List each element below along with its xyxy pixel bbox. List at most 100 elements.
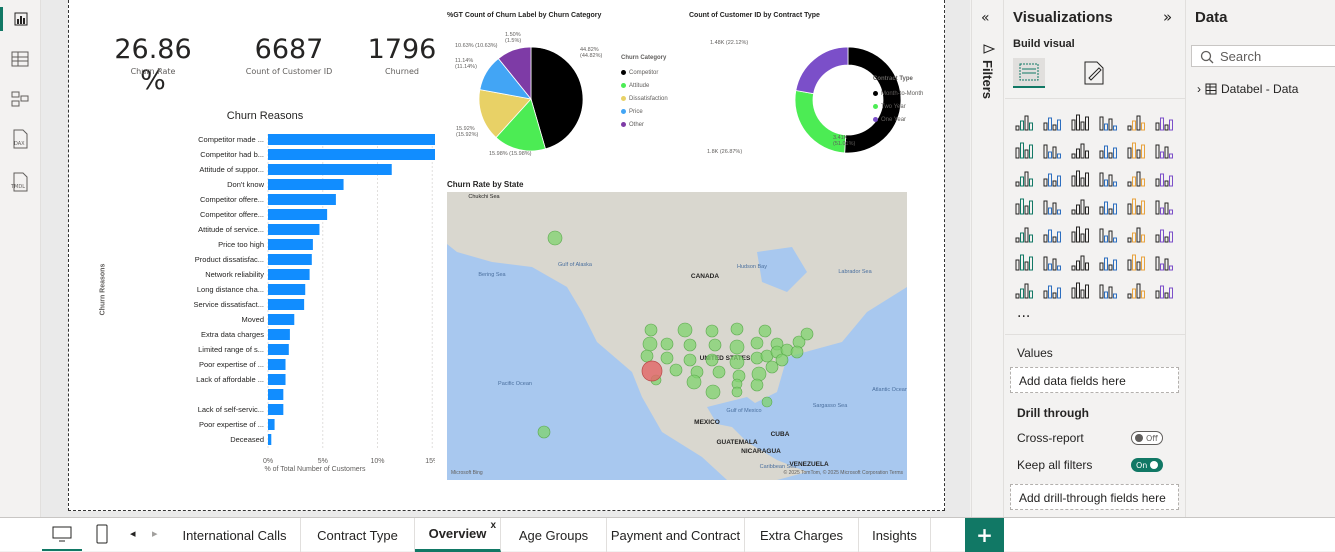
tmdl-view-icon[interactable]: TMDL [8, 170, 32, 194]
map-bubble[interactable] [683, 338, 697, 352]
card-visual-icon[interactable] [1154, 196, 1174, 216]
churn-category-pie-chart[interactable]: %GT Count of Churn Label by Churn Catego… [447, 8, 687, 168]
100-bar-visual-icon[interactable] [1126, 112, 1146, 132]
python-visual-visual-icon[interactable] [1014, 252, 1034, 272]
goals-visual-icon[interactable] [1154, 252, 1174, 272]
desktop-layout-icon[interactable] [42, 518, 82, 551]
keep-filters-toggle[interactable]: On [1131, 458, 1163, 472]
map-bubble[interactable] [705, 353, 719, 367]
table-item-databel[interactable]: › Databel - Data [1197, 82, 1298, 96]
filters-pane-collapsed[interactable]: « Filters [971, 0, 1004, 517]
power-automate-visual-icon[interactable] [1070, 280, 1090, 300]
matrix-visual-icon[interactable] [1126, 224, 1146, 244]
map-bubble[interactable] [765, 360, 779, 374]
bar[interactable] [268, 404, 284, 415]
power-apps-visual-icon[interactable] [1042, 280, 1062, 300]
legend-item[interactable]: One Year [873, 113, 923, 126]
map-bubble[interactable] [683, 353, 697, 367]
page-tab[interactable]: Extra Charges [745, 518, 859, 552]
legend-item[interactable]: Other [621, 118, 668, 131]
map-visual-icon[interactable] [1042, 196, 1062, 216]
bar[interactable] [268, 179, 344, 190]
contract-type-donut-chart[interactable]: Count of Customer ID by Contract Type Co… [687, 8, 945, 168]
map-bubble[interactable] [705, 324, 719, 338]
bar[interactable] [268, 284, 306, 295]
chevron-left-icon[interactable]: « [981, 10, 990, 26]
more-visuals-button[interactable]: ... [1017, 305, 1030, 321]
map-bubble[interactable] [800, 327, 814, 341]
dax-query-icon[interactable]: DAX [8, 127, 32, 151]
kpi-customer-count-value[interactable]: 6687 [239, 34, 339, 65]
chevron-right-icon[interactable]: › [1197, 82, 1201, 96]
map-bubble[interactable] [705, 384, 721, 400]
format-visual-icon[interactable] [1081, 60, 1107, 90]
report-view-icon[interactable] [0, 7, 38, 31]
line-visual-icon[interactable] [1014, 140, 1034, 160]
bar[interactable] [268, 164, 392, 175]
table-visual-icon[interactable] [1098, 224, 1118, 244]
map-bubble[interactable] [537, 425, 551, 439]
multi-row-card-visual-icon[interactable] [1014, 224, 1034, 244]
bar[interactable] [268, 314, 295, 325]
map-bubble[interactable] [712, 365, 726, 379]
scatter-visual-icon[interactable] [1098, 168, 1118, 188]
map-bubble[interactable] [758, 324, 772, 338]
100-column-visual-icon[interactable] [1154, 112, 1174, 132]
page-tab[interactable]: Contract Type [301, 518, 415, 552]
area-visual-icon[interactable] [1042, 140, 1062, 160]
prev-page-icon[interactable]: ◂ [130, 527, 136, 540]
bar[interactable] [268, 434, 272, 445]
bar[interactable] [268, 149, 435, 160]
map-bubble[interactable] [660, 337, 674, 351]
close-tab-icon[interactable]: x [490, 520, 496, 531]
kpi-visual-icon[interactable] [1042, 224, 1062, 244]
model-view-icon[interactable] [8, 87, 32, 111]
legend-item[interactable]: Price [621, 105, 668, 118]
waterfall-visual-icon[interactable] [1042, 168, 1062, 188]
chevron-visual-icon[interactable] [1154, 280, 1174, 300]
add-page-button[interactable]: + [965, 518, 1004, 552]
ribbon-visual-icon[interactable] [1014, 168, 1034, 188]
line-clustered-visual-icon[interactable] [1154, 140, 1174, 160]
map-bubble[interactable] [775, 353, 789, 367]
page-tab[interactable]: Insights [859, 518, 931, 552]
gauge-visual-icon[interactable] [1126, 196, 1146, 216]
map-bubble[interactable] [677, 322, 693, 338]
bar[interactable] [268, 134, 435, 145]
bar[interactable] [268, 329, 290, 340]
map-bubble-highlight[interactable] [641, 360, 663, 382]
diamond-visual-icon[interactable] [1126, 280, 1146, 300]
cross-report-toggle[interactable]: Off [1131, 431, 1163, 445]
map-bubble[interactable] [708, 338, 722, 352]
add-data-fields-well[interactable]: Add data fields here [1010, 367, 1179, 393]
slicer-visual-icon[interactable] [1070, 224, 1090, 244]
churn-rate-map[interactable]: Churn Rate by State Chukchi Sea Bering Se… [447, 178, 907, 480]
bar[interactable] [268, 194, 336, 205]
paginated-visual-icon[interactable] [1014, 280, 1034, 300]
table-view-icon[interactable] [8, 47, 32, 71]
page-tab[interactable]: International Calls [169, 518, 301, 552]
qa-visual-icon[interactable] [1098, 252, 1118, 272]
data-search-box[interactable]: Search [1191, 45, 1335, 67]
map-svg[interactable]: Chukchi Sea Bering Sea Gulf of Alaska CANAD… [447, 192, 907, 480]
next-page-icon[interactable]: ▸ [152, 527, 158, 540]
map-bubble[interactable] [644, 323, 658, 337]
map-bubble[interactable] [729, 339, 745, 355]
azure-map-visual-icon[interactable] [1098, 196, 1118, 216]
legend-item[interactable]: Two Year [873, 100, 923, 113]
bar[interactable] [268, 269, 310, 280]
map-bubble[interactable] [790, 345, 804, 359]
bar[interactable] [268, 254, 312, 265]
map-bubble[interactable] [642, 336, 658, 352]
map-bubble[interactable] [750, 336, 764, 350]
bar[interactable] [268, 344, 289, 355]
mobile-layout-icon[interactable] [96, 524, 108, 548]
bar[interactable] [268, 224, 320, 235]
100-area-visual-icon[interactable] [1098, 140, 1118, 160]
map-bubble[interactable] [686, 374, 702, 390]
line-column-visual-icon[interactable] [1126, 140, 1146, 160]
churn-reasons-chart[interactable]: Churn Reasons Churn Reasons 0%5%10%15%20… [95, 106, 435, 478]
pie-visual-icon[interactable] [1126, 168, 1146, 188]
page-tab[interactable]: Payment and Contract [607, 518, 745, 552]
decomposition-tree-visual-icon[interactable] [1070, 252, 1090, 272]
